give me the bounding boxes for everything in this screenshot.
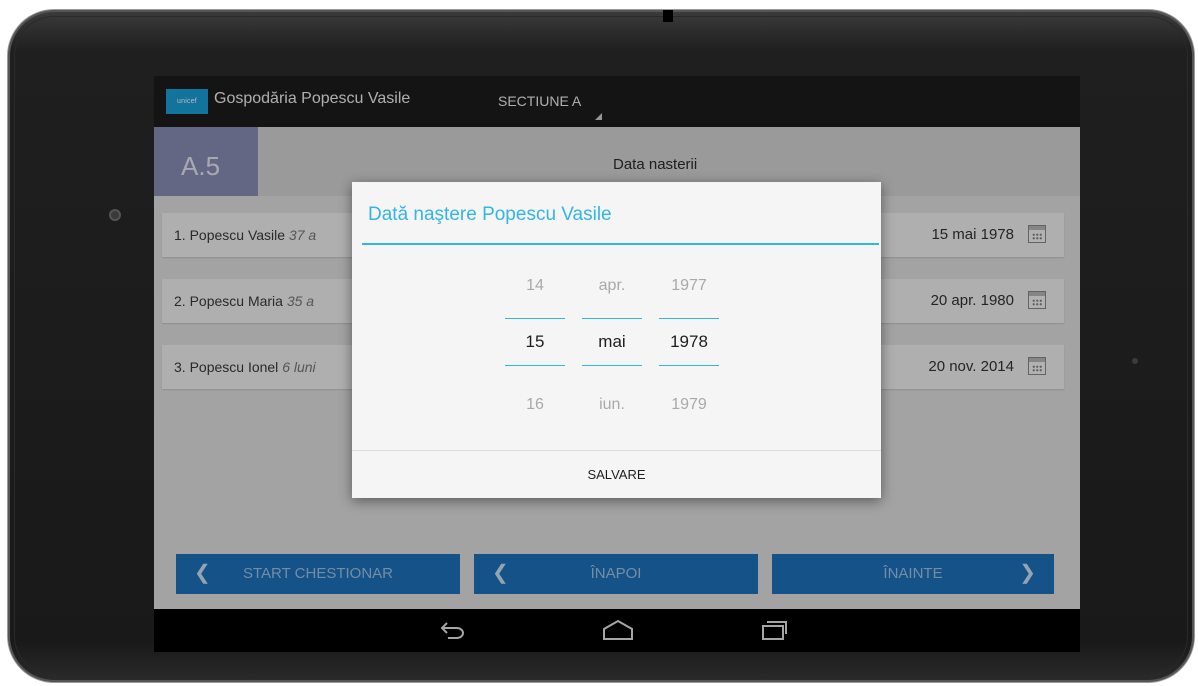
year-picker[interactable]: 1977 1978 1979 xyxy=(658,277,720,422)
year-prev[interactable]: 1977 xyxy=(658,277,720,303)
picker-divider xyxy=(659,365,719,366)
day-next[interactable]: 16 xyxy=(504,396,566,422)
month-current[interactable]: mai xyxy=(581,319,643,365)
year-next[interactable]: 1979 xyxy=(658,396,720,422)
dialog-title: Dată naştere Popescu Vasile xyxy=(368,204,612,225)
year-current[interactable]: 1978 xyxy=(658,319,720,365)
month-prev[interactable]: apr. xyxy=(581,277,643,303)
month-picker[interactable]: apr. mai iun. xyxy=(581,277,643,422)
birth-date-dialog: Dată naştere Popescu Vasile 14 15 16 apr… xyxy=(352,182,881,498)
picker-divider xyxy=(582,365,642,366)
dialog-title-divider xyxy=(362,243,879,245)
day-current[interactable]: 15 xyxy=(504,319,566,365)
save-button[interactable]: SALVARE xyxy=(352,451,881,498)
light-sensor xyxy=(1132,358,1138,364)
tablet-frame: unicef Gospodăria Popescu Vasile SECTIUN… xyxy=(8,10,1194,682)
picker-divider xyxy=(505,365,565,366)
month-next[interactable]: iun. xyxy=(581,396,643,422)
day-picker[interactable]: 14 15 16 xyxy=(504,277,566,422)
top-fragment xyxy=(663,10,673,22)
day-prev[interactable]: 14 xyxy=(504,277,566,303)
front-camera xyxy=(109,209,121,221)
